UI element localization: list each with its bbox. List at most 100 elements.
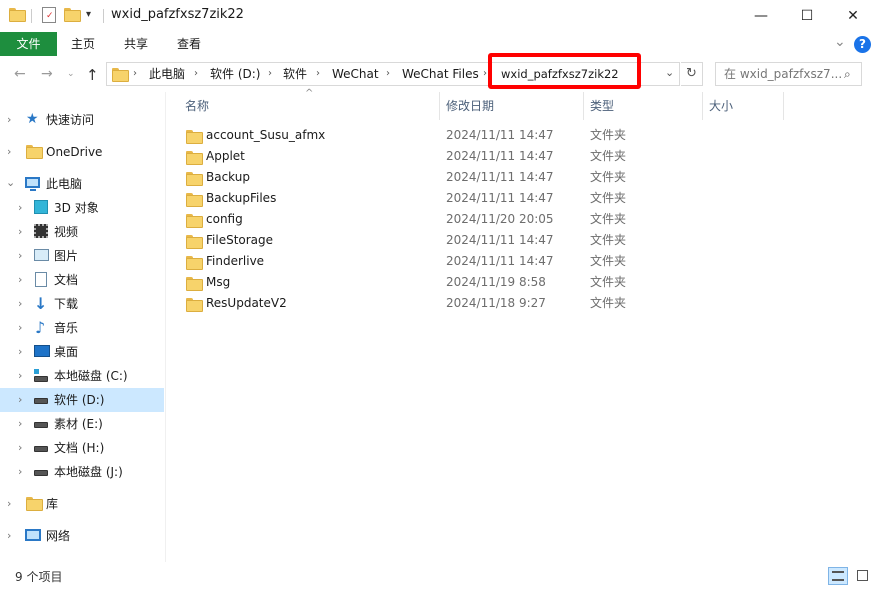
breadcrumb-separator[interactable]: › — [483, 63, 487, 85]
column-divider[interactable] — [783, 92, 784, 120]
search-icon[interactable]: ⌕ — [844, 67, 851, 82]
minimize-button[interactable]: — — [738, 0, 784, 32]
chevron-right-icon[interactable]: › — [7, 145, 11, 158]
sidebar-item-music[interactable]: › ♪ 音乐 — [0, 316, 164, 340]
sidebar-item-documents[interactable]: › 文档 — [0, 268, 164, 292]
chevron-down-icon[interactable]: ⌄ — [6, 176, 15, 189]
column-header-size[interactable]: 大小 — [709, 92, 733, 120]
column-divider[interactable] — [702, 92, 703, 120]
divider — [103, 9, 104, 23]
sidebar-item-downloads[interactable]: › ↓ 下载 — [0, 292, 164, 316]
sidebar-item-label: 视频 — [54, 225, 79, 239]
chevron-right-icon[interactable]: › — [18, 465, 22, 478]
close-button[interactable]: ✕ — [830, 0, 876, 32]
chevron-right-icon[interactable]: › — [18, 297, 22, 310]
sidebar-item-drive-d[interactable]: › 软件 (D:) — [0, 388, 164, 412]
breadcrumb-separator[interactable]: › — [133, 63, 137, 85]
tab-file[interactable]: 文件 — [0, 32, 57, 56]
breadcrumb-wechat[interactable]: WeChat — [332, 63, 379, 85]
breadcrumb-wechat-files[interactable]: WeChat Files — [402, 63, 479, 85]
address-dropdown-icon[interactable]: ⌄ — [665, 66, 674, 79]
chevron-right-icon[interactable]: › — [18, 201, 22, 214]
breadcrumb-separator[interactable]: › — [386, 63, 390, 85]
tab-share[interactable]: 共享 — [113, 32, 159, 56]
details-view-button[interactable] — [828, 567, 848, 585]
table-row[interactable]: FileStorage 2024/11/11 14:47 文件夹 — [167, 230, 767, 251]
file-name: Msg — [206, 275, 231, 289]
table-row[interactable]: Backup 2024/11/11 14:47 文件夹 — [167, 167, 767, 188]
chevron-right-icon[interactable]: › — [18, 393, 22, 406]
chevron-right-icon[interactable]: › — [18, 345, 22, 358]
large-icons-view-button[interactable] — [853, 567, 873, 585]
sidebar-item-pictures[interactable]: › 图片 — [0, 244, 164, 268]
sidebar-item-drive-c[interactable]: › 本地磁盘 (C:) — [0, 364, 164, 388]
file-date: 2024/11/18 9:27 — [446, 296, 546, 310]
sidebar-item-label: OneDrive — [46, 145, 103, 159]
tab-home[interactable]: 主页 — [60, 32, 106, 56]
chevron-right-icon[interactable]: › — [18, 417, 22, 430]
column-header-type[interactable]: 类型 — [590, 92, 614, 120]
table-row[interactable]: Applet 2024/11/11 14:47 文件夹 — [167, 146, 767, 167]
properties-icon[interactable]: ✓ — [42, 7, 56, 23]
breadcrumb-separator[interactable]: › — [268, 63, 272, 85]
maximize-button[interactable]: ☐ — [784, 0, 830, 32]
chevron-right-icon[interactable]: › — [7, 497, 11, 510]
new-folder-icon[interactable] — [64, 8, 81, 22]
music-note-icon: ♪ — [35, 318, 46, 337]
chevron-right-icon[interactable]: › — [18, 225, 22, 238]
ribbon-expand-icon[interactable]: ⌄ — [834, 34, 846, 50]
minimize-icon: — — [754, 8, 768, 24]
search-box[interactable]: 在 wxid_pafzfxsz7... ⌕ — [715, 62, 862, 86]
file-type: 文件夹 — [590, 254, 627, 268]
breadcrumb-separator[interactable]: › — [194, 63, 198, 85]
download-icon: ↓ — [34, 294, 48, 313]
column-header-name[interactable]: 名称 — [185, 92, 209, 120]
sidebar-item-videos[interactable]: › 视频 — [0, 220, 164, 244]
sidebar-item-drive-j[interactable]: › 本地磁盘 (J:) — [0, 460, 164, 484]
table-row[interactable]: ResUpdateV2 2024/11/18 9:27 文件夹 — [167, 293, 767, 314]
chevron-right-icon[interactable]: › — [7, 529, 11, 542]
table-row[interactable]: account_Susu_afmx 2024/11/11 14:47 文件夹 — [167, 125, 767, 146]
ribbon-tabs: 文件 主页 共享 查看 ⌄ ? — [0, 32, 876, 56]
table-row[interactable]: Finderlive 2024/11/11 14:47 文件夹 — [167, 251, 767, 272]
sidebar-item-label: 音乐 — [54, 321, 79, 335]
sidebar-item-onedrive[interactable]: › OneDrive — [0, 140, 164, 164]
refresh-button[interactable]: ↻ — [681, 62, 703, 86]
table-row[interactable]: config 2024/11/20 20:05 文件夹 — [167, 209, 767, 230]
help-icon[interactable]: ? — [854, 36, 871, 53]
up-button[interactable]: ↑ — [86, 66, 99, 84]
column-divider[interactable] — [583, 92, 584, 120]
sidebar-item-libraries[interactable]: › 库 — [0, 492, 164, 516]
breadcrumb-drive-d[interactable]: 软件 (D:) — [210, 63, 260, 85]
search-input[interactable]: 在 wxid_pafzfxsz7... — [724, 63, 842, 85]
table-row[interactable]: BackupFiles 2024/11/11 14:47 文件夹 — [167, 188, 767, 209]
chevron-right-icon[interactable]: › — [7, 113, 11, 126]
sidebar-item-drive-h[interactable]: › 文档 (H:) — [0, 436, 164, 460]
chevron-right-icon[interactable]: › — [18, 321, 22, 334]
sidebar-item-label: 网络 — [46, 529, 71, 543]
chevron-right-icon[interactable]: › — [18, 273, 22, 286]
folder-icon — [186, 193, 203, 207]
sidebar-item-3d-objects[interactable]: › 3D 对象 — [0, 196, 164, 220]
column-header-date[interactable]: 修改日期 — [446, 92, 494, 120]
sidebar-item-this-pc[interactable]: ⌄ 此电脑 — [0, 172, 164, 196]
table-row[interactable]: Msg 2024/11/19 8:58 文件夹 — [167, 272, 767, 293]
chevron-right-icon[interactable]: › — [18, 369, 22, 382]
back-button[interactable]: ← — [14, 66, 26, 82]
sidebar-item-network[interactable]: › 网络 — [0, 524, 164, 548]
breadcrumb-software[interactable]: 软件 — [283, 63, 307, 85]
column-divider[interactable] — [439, 92, 440, 120]
forward-button[interactable]: → — [41, 66, 53, 82]
chevron-right-icon[interactable]: › — [18, 249, 22, 262]
window-title: wxid_pafzfxsz7zik22 — [111, 7, 244, 22]
tab-view[interactable]: 查看 — [166, 32, 212, 56]
chevron-right-icon[interactable]: › — [18, 441, 22, 454]
breadcrumb-this-pc[interactable]: 此电脑 — [149, 63, 185, 85]
breadcrumb-separator[interactable]: › — [316, 63, 320, 85]
sidebar-item-desktop[interactable]: › 桌面 — [0, 340, 164, 364]
recent-locations-icon[interactable]: ⌄ — [67, 69, 75, 79]
sidebar-item-quick-access[interactable]: › ★ 快速访问 — [0, 108, 164, 132]
customize-toolbar-icon[interactable]: ▾ — [86, 9, 91, 20]
folder-icon — [112, 68, 129, 83]
sidebar-item-drive-e[interactable]: › 素材 (E:) — [0, 412, 164, 436]
